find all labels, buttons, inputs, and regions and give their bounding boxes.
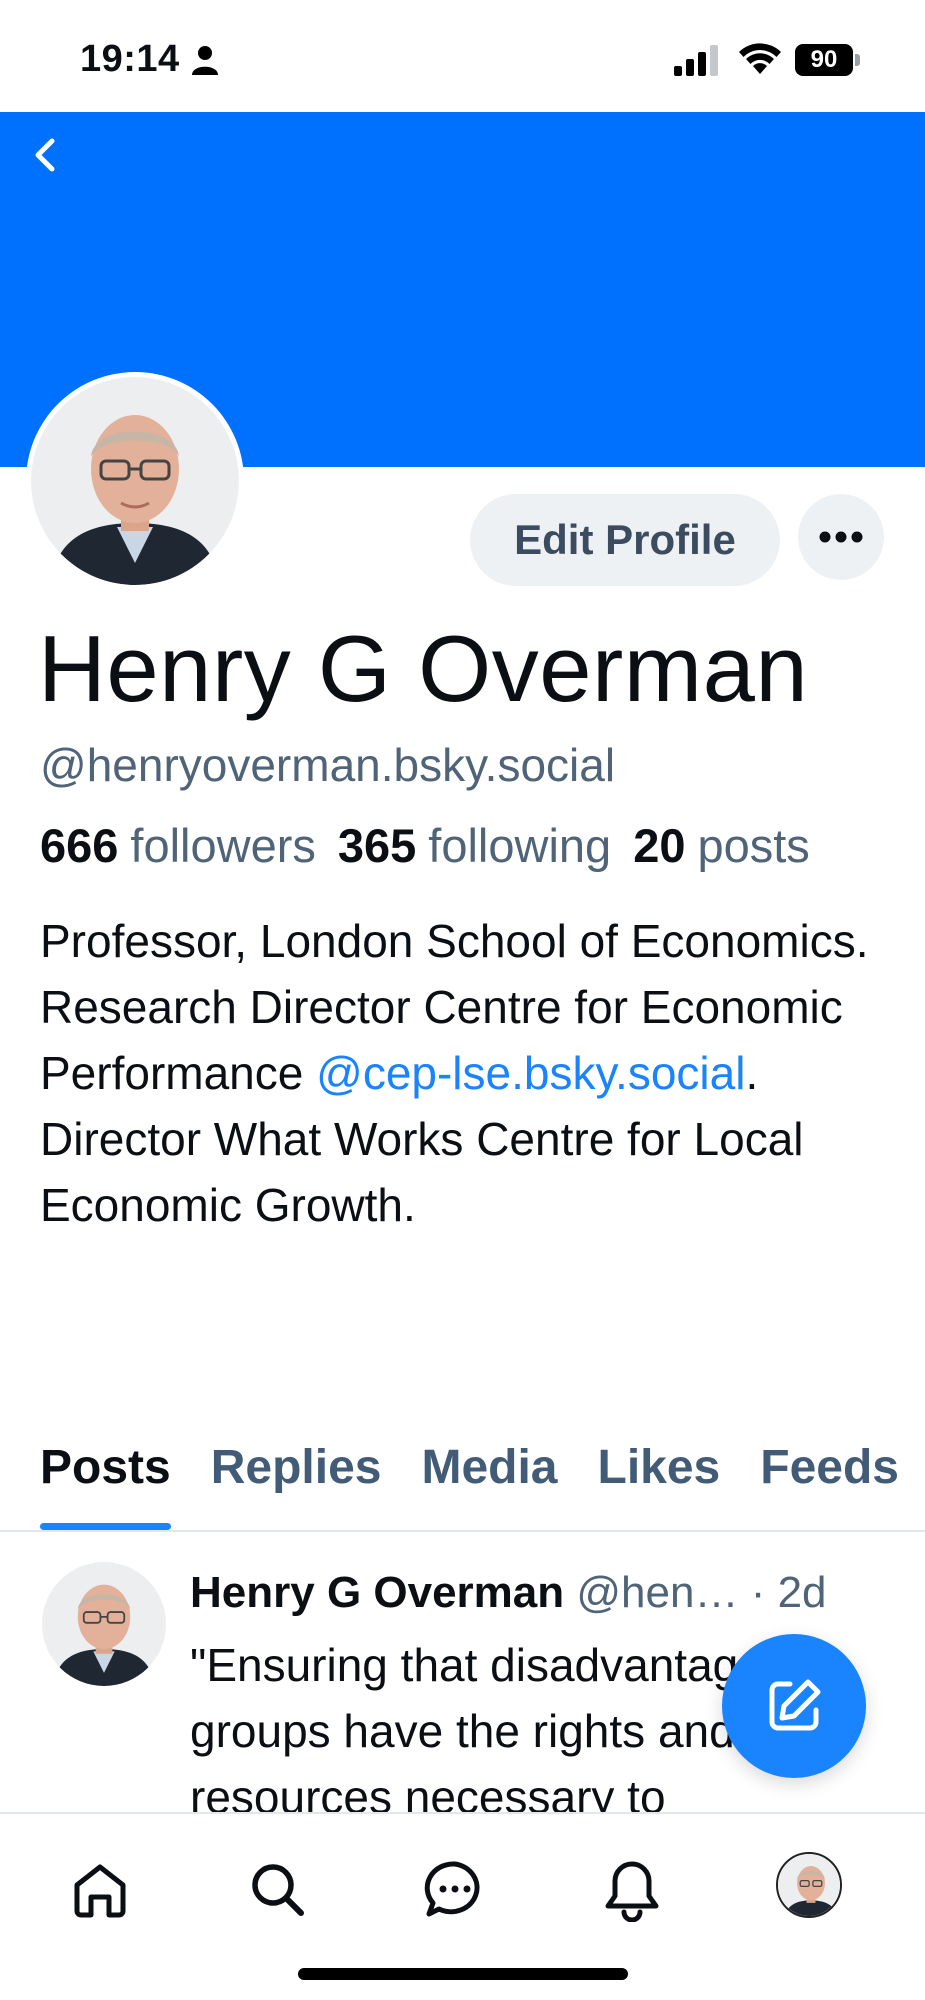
- posts-stat: 20 posts: [633, 818, 810, 873]
- post-handle[interactable]: @hen…: [576, 1568, 738, 1617]
- followers-label: followers: [130, 819, 316, 872]
- wifi-icon: [739, 43, 781, 74]
- nav-notifications[interactable]: [592, 1850, 672, 1930]
- tab-posts[interactable]: Posts: [40, 1440, 171, 1530]
- bio-mention-link[interactable]: @cep-lse.bsky.social: [316, 1047, 745, 1099]
- avatar-photo: [31, 377, 239, 585]
- nav-profile-avatar[interactable]: [776, 1852, 842, 1918]
- profile-tabs: Posts Replies Media Likes Feeds: [0, 1440, 925, 1530]
- post-author[interactable]: Henry G Overman: [190, 1568, 564, 1617]
- following-stat[interactable]: 365 following: [338, 818, 611, 873]
- posts-count: 20: [633, 819, 686, 872]
- followers-count: 666: [40, 819, 119, 872]
- avatar-photo: [778, 1854, 840, 1916]
- compose-icon: [769, 1679, 821, 1731]
- status-bar: 19:14 90: [0, 0, 925, 112]
- nav-search[interactable]: [238, 1850, 318, 1930]
- avatar-photo: [42, 1562, 166, 1686]
- post-header: Henry G Overman @hen… · 2d: [190, 1568, 827, 1618]
- more-options-button[interactable]: [798, 494, 884, 580]
- tab-media[interactable]: Media: [421, 1440, 557, 1530]
- compose-button[interactable]: [722, 1634, 866, 1778]
- post-separator: ·: [738, 1568, 778, 1617]
- nav-chat[interactable]: [415, 1850, 495, 1930]
- profile-stats: 666 followers 365 following 20 posts: [40, 818, 810, 873]
- ellipsis-icon: [819, 531, 863, 543]
- display-name: Henry G Overman: [38, 616, 809, 721]
- following-label: following: [428, 819, 612, 872]
- followers-stat[interactable]: 666 followers: [40, 818, 316, 873]
- post-age: 2d: [777, 1568, 827, 1617]
- tab-replies[interactable]: Replies: [211, 1440, 382, 1530]
- posts-label: posts: [697, 819, 810, 872]
- tab-likes[interactable]: Likes: [598, 1440, 721, 1530]
- bell-icon: [605, 1861, 659, 1922]
- profile-avatar[interactable]: [26, 372, 244, 590]
- home-icon: [74, 1864, 126, 1918]
- cellular-signal-icon: [674, 45, 718, 76]
- nav-home[interactable]: [60, 1850, 140, 1930]
- battery-icon: 90: [795, 44, 861, 76]
- person-icon: [192, 46, 218, 75]
- chat-icon: [424, 1861, 480, 1917]
- following-count: 365: [337, 819, 417, 872]
- home-indicator[interactable]: [298, 1968, 628, 1980]
- status-time: 19:14: [80, 38, 180, 80]
- chevron-left-icon: [35, 138, 55, 172]
- post-avatar[interactable]: [42, 1562, 166, 1686]
- battery-level: 90: [795, 44, 853, 76]
- profile-handle: @henryoverman.bsky.social: [40, 739, 616, 791]
- tab-feeds[interactable]: Feeds: [760, 1440, 899, 1530]
- profile-bio: Professor, London School of Economics. R…: [40, 908, 900, 1238]
- search-icon: [252, 1864, 304, 1916]
- edit-profile-button[interactable]: Edit Profile: [470, 494, 780, 586]
- back-button[interactable]: [22, 130, 68, 180]
